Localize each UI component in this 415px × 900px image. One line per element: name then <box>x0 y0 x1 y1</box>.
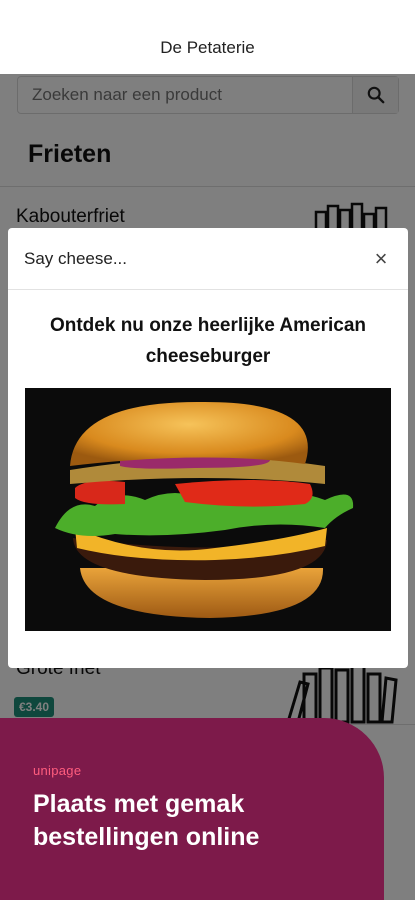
unipage-logo: unipage <box>33 763 82 778</box>
modal-title: Say cheese... <box>24 248 128 268</box>
close-button[interactable]: × <box>370 246 392 272</box>
promo-text: Plaats met gemak bestellingen online <box>33 790 260 851</box>
modal-heading: Ontdek nu onze heerlijke American cheese… <box>49 315 367 367</box>
cheeseburger-illustration <box>25 388 391 631</box>
app-header: De Petaterie <box>0 0 415 74</box>
promo-modal: Say cheese... × Ontdek nu onze heerlijke… <box>8 228 408 668</box>
promo-banner[interactable]: unipage Plaats met gemak bestellingen on… <box>0 718 384 900</box>
modal-header: Say cheese... × <box>8 228 408 290</box>
app-title: De Petaterie <box>160 38 255 57</box>
burger-image <box>25 388 391 631</box>
